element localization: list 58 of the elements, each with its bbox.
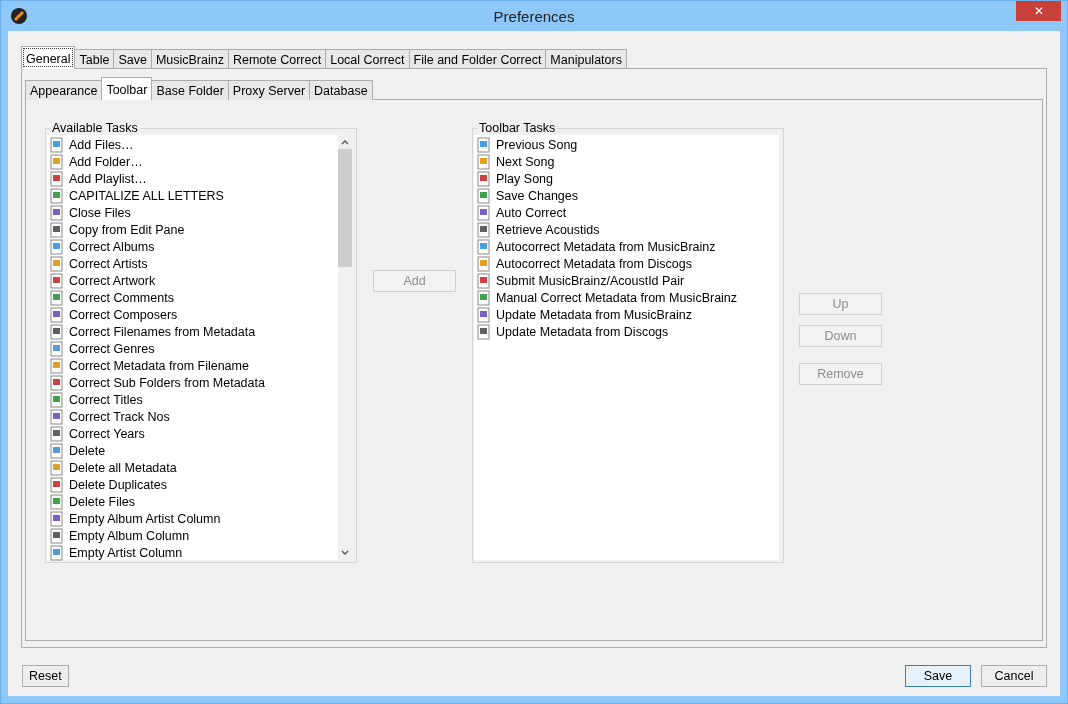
tab[interactable]: Proxy Server: [227, 80, 311, 100]
list-item[interactable]: Correct Genres: [69, 341, 155, 356]
list-item[interactable]: Delete Files: [69, 494, 135, 509]
list-item[interactable]: Correct Artists: [69, 256, 148, 271]
list-item[interactable]: Retrieve Acoustids: [496, 222, 600, 237]
list-item[interactable]: Correct Sub Folders from Metadata: [69, 375, 265, 390]
tab[interactable]: MusicBrainz: [150, 49, 229, 69]
save-button[interactable]: Save: [905, 664, 971, 687]
window-title: Preferences: [493, 8, 575, 25]
reset-button[interactable]: Reset: [22, 664, 69, 687]
list-item[interactable]: Correct Comments: [69, 290, 174, 305]
list-item[interactable]: Delete all Metadata: [69, 460, 177, 475]
list-item[interactable]: Correct Years: [69, 426, 145, 441]
tab[interactable]: Save: [113, 49, 152, 69]
list-item[interactable]: Correct Metadata from Filename: [69, 358, 249, 373]
cancel-button[interactable]: Cancel: [981, 664, 1047, 687]
list-item[interactable]: Add Files…: [69, 137, 134, 152]
list-item[interactable]: Empty Album Artist Column: [69, 511, 221, 526]
list-item[interactable]: Update Metadata from Discogs: [496, 324, 669, 339]
list-item[interactable]: Next Song: [496, 154, 555, 169]
tab[interactable]: File and Folder Correct: [408, 49, 547, 69]
list-item[interactable]: Submit MusicBrainz/AcoustId Pair: [496, 273, 685, 288]
list-item[interactable]: CAPITALIZE ALL LETTERS: [69, 188, 224, 203]
tab[interactable]: Remote Correct: [227, 49, 327, 69]
tab[interactable]: Toolbar: [101, 77, 153, 100]
tab[interactable]: Appearance: [25, 80, 103, 100]
list-item[interactable]: Update Metadata from MusicBrainz: [496, 307, 692, 322]
list-item[interactable]: Previous Song: [496, 137, 578, 152]
list-item[interactable]: Empty Artist Column: [69, 545, 183, 560]
list-item[interactable]: Add Folder…: [69, 154, 143, 169]
list-item[interactable]: Correct Albums: [69, 239, 155, 254]
list-item[interactable]: Autocorrect Metadata from MusicBrainz: [496, 239, 716, 254]
list-item[interactable]: Play Song: [496, 171, 553, 186]
list-item[interactable]: Close Files: [69, 205, 131, 220]
list-item[interactable]: Delete: [69, 443, 106, 458]
group-title: Available Tasks: [51, 121, 139, 135]
tab[interactable]: Manipulators: [545, 49, 627, 69]
list-item[interactable]: Autocorrect Metadata from Discogs: [496, 256, 692, 271]
tab[interactable]: Local Correct: [325, 49, 410, 69]
list-item[interactable]: Copy from Edit Pane: [69, 222, 185, 237]
list-item[interactable]: Save Changes: [496, 188, 578, 203]
list-item[interactable]: Delete Duplicates: [69, 477, 167, 492]
tab[interactable]: Base Folder: [151, 80, 229, 100]
list-item[interactable]: Correct Filenames from Metadata: [69, 324, 256, 339]
list-item[interactable]: Correct Track Nos: [69, 409, 170, 424]
tab[interactable]: Table: [74, 49, 115, 69]
tab[interactable]: Database: [309, 80, 373, 100]
list-item[interactable]: Add Playlist…: [69, 171, 147, 186]
list-item[interactable]: Correct Composers: [69, 307, 178, 322]
group-title: Toolbar Tasks: [478, 121, 557, 135]
close-button[interactable]: ✕: [1016, 1, 1061, 21]
list-item[interactable]: Auto Correct: [496, 205, 567, 220]
app-icon: [10, 7, 28, 25]
list-item[interactable]: Empty Album Column: [69, 528, 190, 543]
tab[interactable]: General: [21, 46, 76, 69]
list-item[interactable]: Correct Titles: [69, 392, 143, 407]
list-item[interactable]: Correct Artwork: [69, 273, 156, 288]
list-item[interactable]: Manual Correct Metadata from MusicBrainz: [496, 290, 738, 305]
